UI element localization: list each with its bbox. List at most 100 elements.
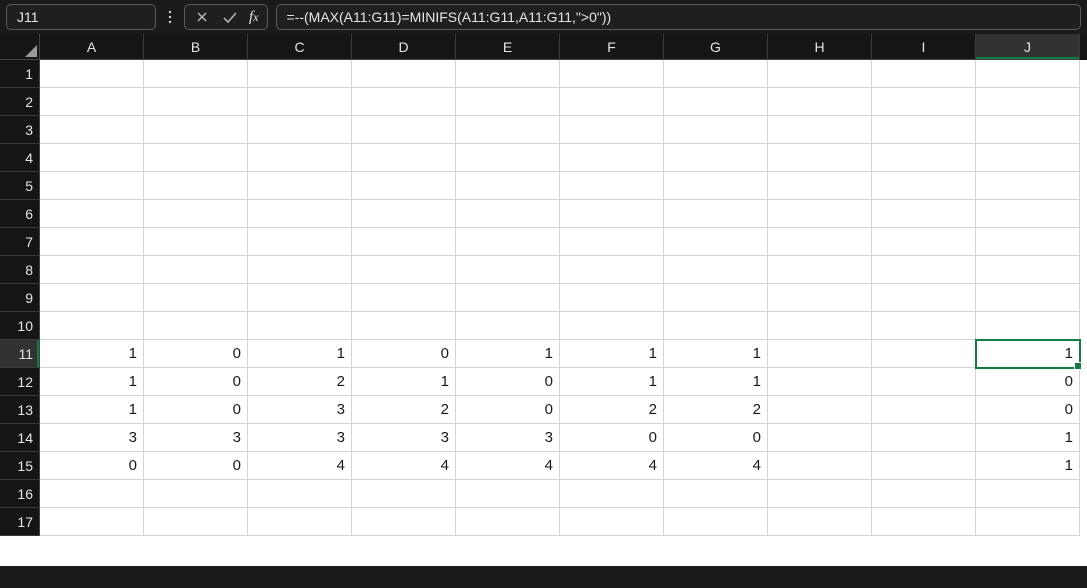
cell[interactable] (664, 116, 768, 144)
cell[interactable] (976, 480, 1080, 508)
cell[interactable] (664, 480, 768, 508)
cell[interactable] (664, 88, 768, 116)
cell[interactable] (144, 60, 248, 88)
cell[interactable] (872, 340, 976, 368)
cell[interactable] (664, 312, 768, 340)
cell[interactable] (144, 88, 248, 116)
cell[interactable] (872, 396, 976, 424)
cell[interactable] (352, 116, 456, 144)
cell[interactable] (560, 116, 664, 144)
cell[interactable] (976, 144, 1080, 172)
cell[interactable] (144, 256, 248, 284)
cell[interactable] (872, 312, 976, 340)
cell[interactable]: 4 (248, 452, 352, 480)
cell[interactable] (976, 172, 1080, 200)
row-header-10[interactable]: 10 (0, 312, 40, 340)
cell[interactable] (664, 284, 768, 312)
cell[interactable]: 0 (560, 424, 664, 452)
cell[interactable]: 0 (40, 452, 144, 480)
row-header-16[interactable]: 16 (0, 480, 40, 508)
formula-input-container[interactable] (276, 4, 1082, 30)
row-header-5[interactable]: 5 (0, 172, 40, 200)
cell[interactable] (664, 144, 768, 172)
cell[interactable] (248, 312, 352, 340)
cell[interactable] (768, 508, 872, 536)
cell[interactable] (768, 144, 872, 172)
cell[interactable] (144, 284, 248, 312)
cell[interactable] (976, 508, 1080, 536)
cell[interactable] (976, 200, 1080, 228)
cell[interactable] (40, 508, 144, 536)
cell[interactable] (768, 116, 872, 144)
cell[interactable] (768, 452, 872, 480)
cell[interactable] (248, 480, 352, 508)
cell[interactable]: 1 (560, 340, 664, 368)
cell[interactable] (248, 144, 352, 172)
row-header-7[interactable]: 7 (0, 228, 40, 256)
cell[interactable] (872, 424, 976, 452)
cell[interactable] (768, 200, 872, 228)
cell[interactable] (872, 172, 976, 200)
cell[interactable] (872, 200, 976, 228)
cell[interactable] (352, 144, 456, 172)
cell[interactable] (768, 88, 872, 116)
cell[interactable]: 2 (352, 396, 456, 424)
column-header-B[interactable]: B (144, 34, 248, 60)
cell[interactable] (768, 312, 872, 340)
cell[interactable] (144, 228, 248, 256)
cell[interactable] (976, 312, 1080, 340)
cell[interactable]: 4 (352, 452, 456, 480)
cell[interactable] (248, 116, 352, 144)
cell[interactable] (352, 256, 456, 284)
cell[interactable] (248, 60, 352, 88)
cell[interactable]: 4 (664, 452, 768, 480)
cell[interactable] (144, 144, 248, 172)
column-header-H[interactable]: H (768, 34, 872, 60)
cell[interactable] (664, 200, 768, 228)
row-header-6[interactable]: 6 (0, 200, 40, 228)
cell[interactable] (664, 256, 768, 284)
row-header-2[interactable]: 2 (0, 88, 40, 116)
cell[interactable] (352, 60, 456, 88)
column-header-J[interactable]: J (976, 34, 1080, 60)
cell[interactable] (456, 88, 560, 116)
cell[interactable] (976, 116, 1080, 144)
cell[interactable] (40, 480, 144, 508)
cell[interactable]: 0 (352, 340, 456, 368)
row-header-17[interactable]: 17 (0, 508, 40, 536)
cell[interactable] (560, 60, 664, 88)
cell[interactable] (976, 60, 1080, 88)
cell[interactable] (248, 172, 352, 200)
column-header-I[interactable]: I (872, 34, 976, 60)
cell[interactable] (560, 508, 664, 536)
cell[interactable]: 0 (456, 368, 560, 396)
cell[interactable]: 0 (976, 396, 1080, 424)
column-header-D[interactable]: D (352, 34, 456, 60)
cell[interactable]: 3 (144, 424, 248, 452)
cell[interactable] (456, 256, 560, 284)
cell[interactable] (352, 172, 456, 200)
cell[interactable]: 1 (456, 340, 560, 368)
cell[interactable] (872, 256, 976, 284)
cell[interactable] (664, 172, 768, 200)
cell[interactable] (144, 116, 248, 144)
name-box[interactable] (6, 4, 156, 30)
cell[interactable]: 1 (976, 424, 1080, 452)
row-header-15[interactable]: 15 (0, 452, 40, 480)
cell[interactable] (768, 424, 872, 452)
cell[interactable] (352, 200, 456, 228)
cell[interactable] (248, 200, 352, 228)
column-header-C[interactable]: C (248, 34, 352, 60)
cell[interactable]: 3 (456, 424, 560, 452)
cell[interactable] (248, 228, 352, 256)
cell[interactable] (768, 172, 872, 200)
cell[interactable] (144, 172, 248, 200)
cell[interactable]: 0 (144, 396, 248, 424)
select-all-corner[interactable] (0, 34, 40, 60)
cell[interactable] (40, 88, 144, 116)
cell[interactable]: 3 (248, 396, 352, 424)
cell[interactable]: 3 (40, 424, 144, 452)
cell[interactable] (40, 116, 144, 144)
row-header-3[interactable]: 3 (0, 116, 40, 144)
cell[interactable]: 0 (456, 396, 560, 424)
